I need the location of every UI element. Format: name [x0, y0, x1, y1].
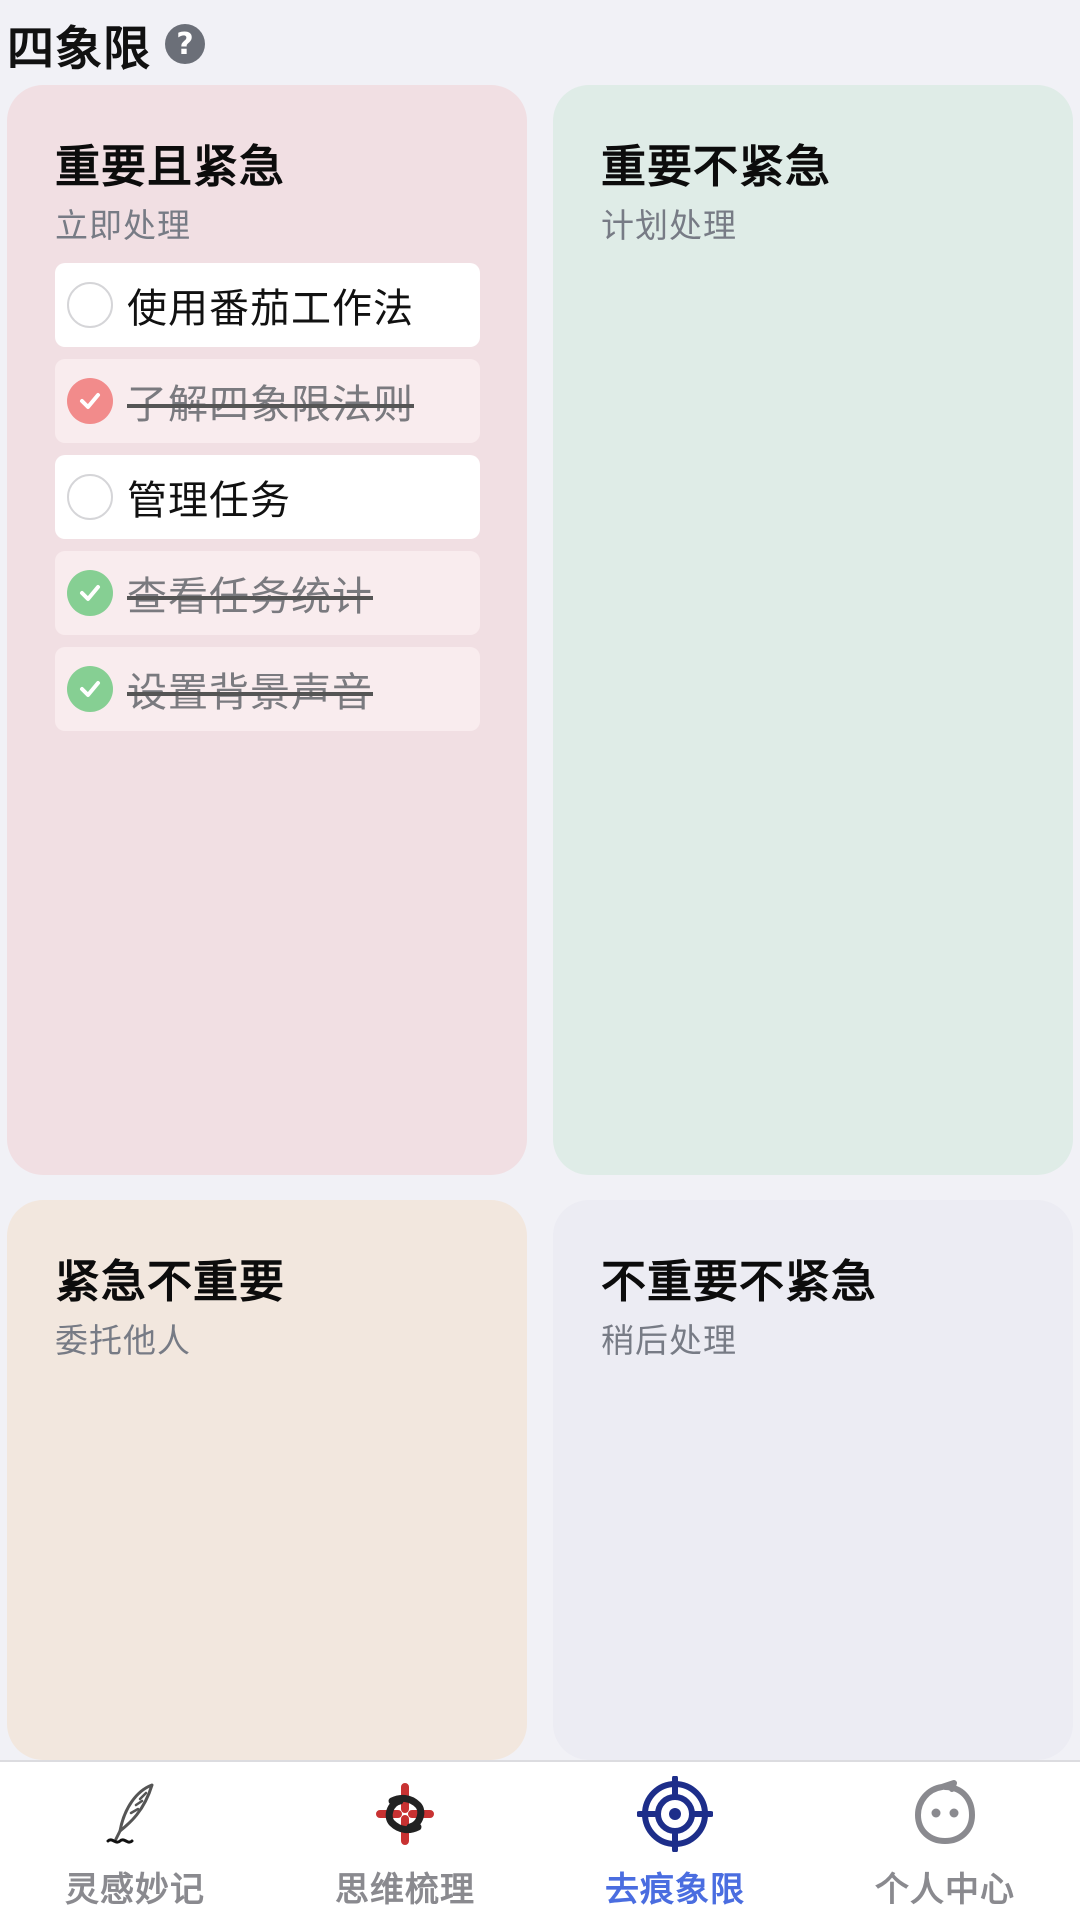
task-label: 了解四象限法则 [127, 382, 414, 428]
quadrant-urgent-not-important[interactable]: 紧急不重要 委托他人 [7, 1200, 527, 1760]
bottom-tab-bar: 灵感妙记 思维梳理 去痕象限 个人中心 [0, 1760, 1080, 1920]
page-header: 四象限 ? [7, 14, 205, 77]
quadrant-title: 重要且紧急 [55, 140, 286, 193]
task-label: 使用番茄工作法 [127, 286, 414, 332]
quadrant-title: 紧急不重要 [55, 1255, 286, 1308]
task-item[interactable]: 使用番茄工作法 [55, 263, 480, 347]
quadrant-title: 不重要不紧急 [601, 1255, 878, 1308]
task-list: 使用番茄工作法 了解四象限法则 管理任务 查看任务统计 设置背景声音 [55, 263, 480, 731]
task-label: 查看任务统计 [127, 574, 373, 620]
task-item[interactable]: 管理任务 [55, 455, 480, 539]
knot-icon [365, 1774, 445, 1854]
tab-mind-mapping[interactable]: 思维梳理 [270, 1762, 540, 1920]
target-icon [635, 1774, 715, 1854]
quadrant-subtitle: 立即处理 [55, 206, 191, 245]
tab-label: 思维梳理 [335, 1870, 475, 1910]
help-icon[interactable]: ? [165, 24, 205, 64]
smiley-icon [905, 1774, 985, 1854]
app-root: 四象限 ? 重要且紧急 立即处理 使用番茄工作法 了解四象限法则 管理任务 查看… [0, 0, 1080, 1920]
task-label: 设置背景声音 [127, 670, 373, 716]
task-item[interactable]: 了解四象限法则 [55, 359, 480, 443]
checked-circle-icon[interactable] [67, 666, 113, 712]
quadrant-subtitle: 委托他人 [55, 1321, 191, 1360]
unchecked-circle-icon[interactable] [67, 474, 113, 520]
quadrant-title: 重要不紧急 [601, 140, 832, 193]
quadrant-subtitle: 稍后处理 [601, 1321, 737, 1360]
page-title: 四象限 [7, 21, 151, 77]
tab-label: 灵感妙记 [65, 1870, 205, 1910]
tab-label: 去痕象限 [605, 1870, 745, 1910]
task-label: 管理任务 [127, 478, 291, 524]
task-item[interactable]: 查看任务统计 [55, 551, 480, 635]
unchecked-circle-icon[interactable] [67, 282, 113, 328]
checked-circle-icon[interactable] [67, 570, 113, 616]
quadrant-subtitle: 计划处理 [601, 206, 737, 245]
task-item[interactable]: 设置背景声音 [55, 647, 480, 731]
quadrant-not-important-not-urgent[interactable]: 不重要不紧急 稍后处理 [553, 1200, 1073, 1760]
tab-label: 个人中心 [875, 1870, 1015, 1910]
checked-circle-icon[interactable] [67, 378, 113, 424]
tab-profile[interactable]: 个人中心 [810, 1762, 1080, 1920]
quadrant-important-not-urgent[interactable]: 重要不紧急 计划处理 [553, 85, 1073, 1175]
tab-inspiration-notes[interactable]: 灵感妙记 [0, 1762, 270, 1920]
quadrant-important-urgent[interactable]: 重要且紧急 立即处理 使用番茄工作法 了解四象限法则 管理任务 查看任务统计 设… [7, 85, 527, 1175]
quill-icon [95, 1774, 175, 1854]
tab-quadrant[interactable]: 去痕象限 [540, 1762, 810, 1920]
